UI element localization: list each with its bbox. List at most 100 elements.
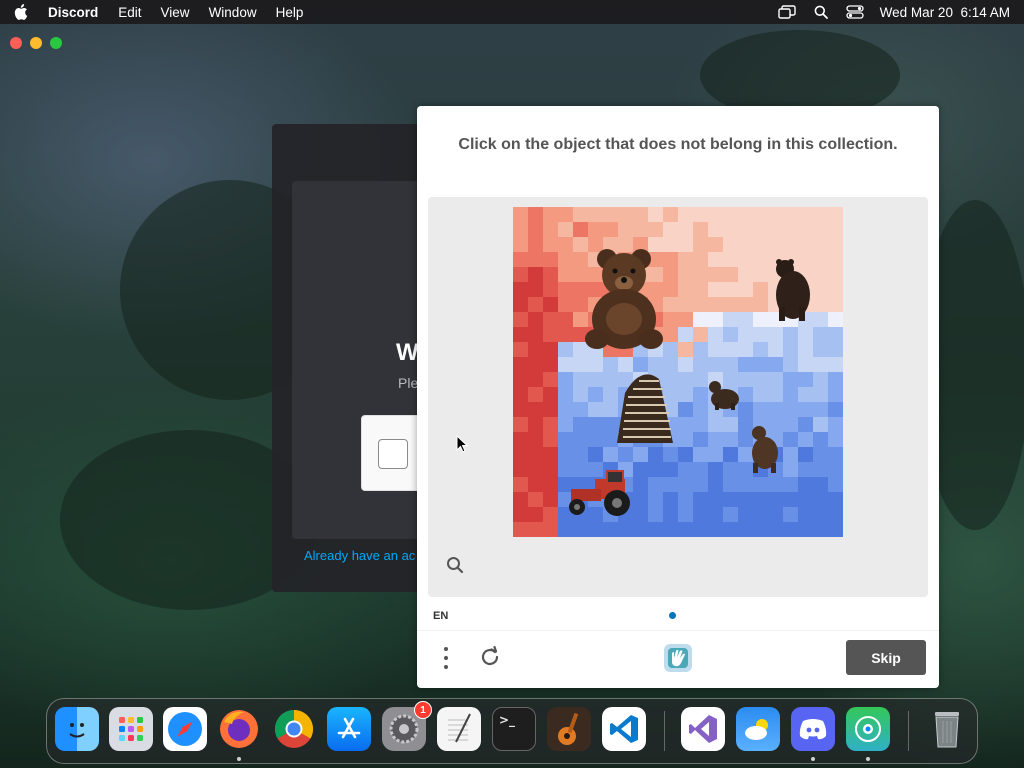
dock-safari-icon[interactable]	[163, 707, 207, 751]
mosaic-cell	[648, 477, 664, 493]
terminal-prompt-glyph: >_	[499, 713, 516, 727]
mosaic-cell	[723, 222, 739, 238]
mosaic-cell	[573, 342, 589, 358]
mosaic-cell	[768, 372, 784, 388]
mosaic-cell	[693, 357, 709, 373]
mosaic-cell	[588, 522, 604, 537]
dock-vscode-icon[interactable]	[602, 707, 646, 751]
mosaic-cell	[543, 462, 559, 478]
menubar-clock[interactable]: Wed Mar 20 6:14 AM	[880, 5, 1010, 20]
mosaic-cell	[693, 327, 709, 343]
mosaic-cell	[513, 357, 529, 373]
mosaic-cell	[753, 297, 769, 313]
language-selector[interactable]: EN	[433, 610, 448, 622]
menu-window[interactable]: Window	[209, 5, 257, 20]
control-center-icon[interactable]	[846, 4, 864, 20]
dock-system-settings-icon[interactable]: 1	[382, 701, 432, 751]
dock-discord-icon[interactable]	[791, 707, 835, 751]
mosaic-cell	[783, 357, 799, 373]
mosaic-cell	[558, 282, 574, 298]
mosaic-cell	[543, 282, 559, 298]
more-options-icon[interactable]	[437, 644, 455, 672]
menu-edit[interactable]: Edit	[118, 5, 141, 20]
app-name-menu[interactable]: Discord	[48, 5, 98, 20]
mosaic-cell	[708, 312, 724, 328]
mosaic-cell	[813, 267, 829, 283]
apple-menu-icon[interactable]	[14, 4, 28, 20]
mosaic-cell	[753, 342, 769, 358]
mosaic-cell	[753, 477, 769, 493]
mosaic-cell	[558, 462, 574, 478]
dock-finder-icon[interactable]	[55, 707, 99, 751]
dock-find-my-icon[interactable]	[846, 707, 890, 751]
mosaic-cell	[678, 297, 694, 313]
mosaic-cell	[813, 297, 829, 313]
mosaic-cell	[588, 507, 604, 523]
mosaic-cell	[813, 477, 829, 493]
mosaic-cell	[528, 297, 544, 313]
mosaic-cell	[648, 267, 664, 283]
dock-app-store-icon[interactable]	[327, 707, 371, 751]
mosaic-cell	[738, 387, 754, 403]
mosaic-cell	[738, 372, 754, 388]
mosaic-cell	[723, 492, 739, 508]
window-zoom-button[interactable]	[50, 37, 62, 49]
mosaic-cell	[663, 372, 679, 388]
screen-mirroring-icon[interactable]	[777, 4, 796, 20]
mosaic-cell	[618, 447, 634, 463]
refresh-icon[interactable]	[477, 644, 503, 670]
dock-launchpad-icon[interactable]	[109, 707, 153, 751]
mosaic-cell	[783, 402, 799, 418]
mosaic-cell	[543, 297, 559, 313]
mosaic-cell	[678, 267, 694, 283]
dock-textedit-icon[interactable]	[437, 707, 481, 751]
dock-chrome-icon[interactable]	[272, 707, 316, 751]
mosaic-cell	[588, 447, 604, 463]
skip-button[interactable]: Skip	[846, 640, 926, 675]
mosaic-cell	[618, 357, 634, 373]
mosaic-cell	[588, 387, 604, 403]
mosaic-cell	[663, 447, 679, 463]
mosaic-cell	[798, 522, 814, 537]
mosaic-cell	[768, 417, 784, 433]
mosaic-cell	[783, 327, 799, 343]
dock-weather-icon[interactable]	[736, 707, 780, 751]
dock-running-indicator	[811, 757, 815, 761]
dock-garageband-icon[interactable]	[547, 707, 591, 751]
menu-help[interactable]: Help	[276, 5, 304, 20]
mosaic-cell	[813, 402, 829, 418]
mosaic-cell	[618, 237, 634, 253]
mosaic-cell	[708, 447, 724, 463]
mosaic-cell	[798, 462, 814, 478]
mosaic-cell	[738, 492, 754, 508]
spotlight-search-icon[interactable]	[812, 4, 830, 20]
mosaic-cell	[648, 447, 664, 463]
window-close-button[interactable]	[10, 37, 22, 49]
captcha-checkbox[interactable]	[378, 439, 408, 469]
mosaic-cell	[798, 237, 814, 253]
mosaic-cell	[708, 297, 724, 313]
mosaic-cell	[693, 507, 709, 523]
dock-trash-icon[interactable]	[925, 707, 969, 751]
mosaic-cell	[573, 312, 589, 328]
login-link[interactable]: Already have an account?	[304, 548, 416, 563]
mosaic-cell	[738, 402, 754, 418]
challenge-image[interactable]	[513, 207, 843, 537]
mosaic-cell	[513, 282, 529, 298]
mosaic-cell	[708, 522, 724, 537]
mosaic-cell	[633, 507, 649, 523]
mosaic-cell	[558, 222, 574, 238]
window-minimize-button[interactable]	[30, 37, 42, 49]
mosaic-cell	[708, 417, 724, 433]
dock-visual-studio-icon[interactable]	[681, 707, 725, 751]
mosaic-cell	[513, 222, 529, 238]
zoom-icon[interactable]	[444, 554, 466, 576]
menu-view[interactable]: View	[161, 5, 190, 20]
dock-firefox-icon[interactable]	[217, 707, 261, 751]
mosaic-cell	[723, 327, 739, 343]
dock-terminal-icon[interactable]: >_	[492, 707, 536, 751]
mosaic-cell	[738, 432, 754, 448]
mosaic-cell	[648, 222, 664, 238]
mosaic-cell	[633, 207, 649, 223]
mosaic-cell	[543, 357, 559, 373]
